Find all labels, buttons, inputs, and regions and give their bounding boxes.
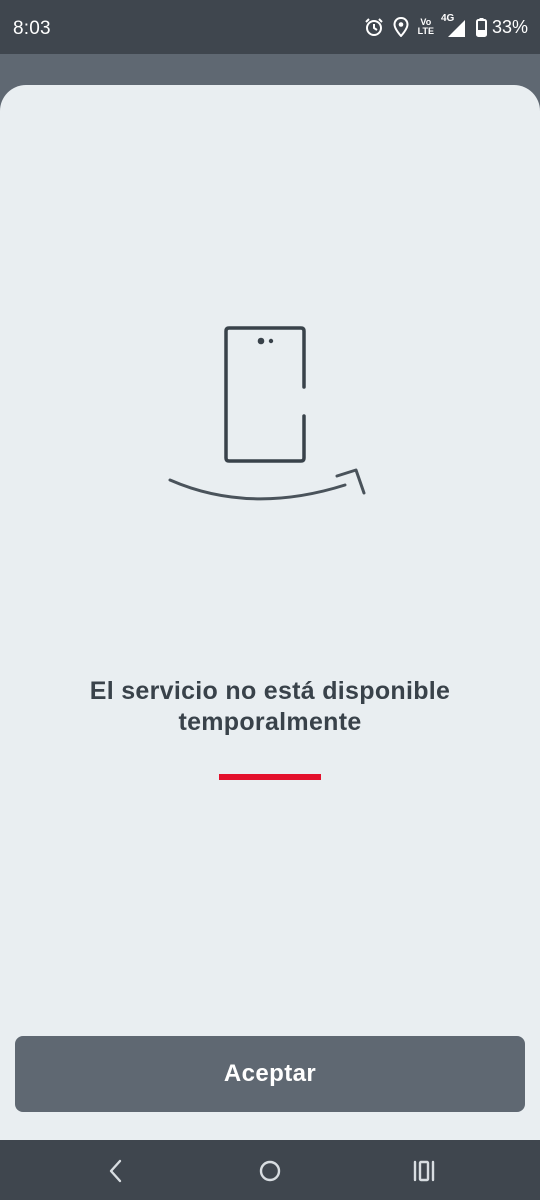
status-time: 8:03 <box>13 18 51 39</box>
lte-label: LTE <box>417 26 434 36</box>
battery-icon <box>475 17 487 37</box>
back-icon[interactable] <box>102 1157 130 1185</box>
battery-percent: 33% <box>491 16 528 37</box>
navigation-bar <box>0 1140 540 1200</box>
alarm-icon <box>364 17 384 37</box>
home-icon[interactable] <box>256 1157 284 1185</box>
accent-divider <box>219 774 321 780</box>
signal-icon: 4G <box>441 13 467 38</box>
status-bar: 8:03 Vo LTE 4G 33% <box>0 0 540 54</box>
recents-icon[interactable] <box>410 1157 438 1185</box>
location-icon <box>393 17 409 37</box>
error-message: El servicio no está disponible temporalm… <box>89 677 451 736</box>
error-sheet: El servicio no está disponible temporalm… <box>0 85 540 1140</box>
phone-with-smile-arrow-icon <box>160 315 380 515</box>
accept-button[interactable]: Aceptar <box>15 1036 525 1112</box>
volte-icon: Vo LTE <box>418 18 434 36</box>
status-icons: Vo LTE 4G 33% <box>364 13 528 40</box>
